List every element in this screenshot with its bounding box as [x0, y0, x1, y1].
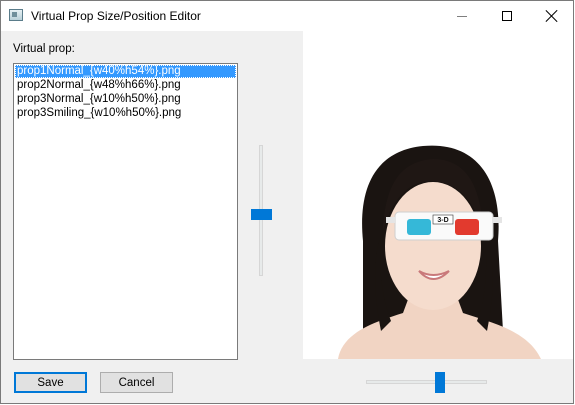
minimize-button[interactable] — [439, 1, 485, 31]
list-item[interactable]: prop3Normal_{w10%h50%}.png — [15, 93, 236, 106]
maximize-icon — [502, 11, 512, 21]
editor-window: Virtual Prop Size/Position Editor Virtua… — [0, 0, 574, 404]
save-button[interactable]: Save — [14, 372, 87, 393]
list-item[interactable]: prop1Normal_{w40%h54%}.png — [15, 65, 236, 78]
title-bar: Virtual Prop Size/Position Editor — [1, 1, 573, 31]
app-window-icon — [9, 9, 23, 21]
horizontal-size-slider-track[interactable] — [366, 380, 487, 384]
face-with-3d-glasses-image: 3-D — [338, 145, 541, 359]
glasses-3d-label: 3-D — [437, 217, 448, 224]
vertical-position-slider-thumb[interactable] — [251, 209, 272, 220]
window-title: Virtual Prop Size/Position Editor — [31, 9, 201, 23]
cancel-button[interactable]: Cancel — [100, 372, 173, 393]
virtual-prop-list[interactable]: prop1Normal_{w40%h54%}.png prop2Normal_{… — [13, 63, 238, 360]
close-icon — [546, 10, 558, 22]
list-item[interactable]: prop3Smiling_{w10%h50%}.png — [15, 107, 236, 120]
preview-image: 3-D — [303, 31, 573, 359]
virtual-prop-label: Virtual prop: — [13, 43, 75, 55]
close-button[interactable] — [529, 1, 573, 31]
minimize-icon — [457, 15, 467, 17]
list-item[interactable]: prop2Normal_{w48%h66%}.png — [15, 79, 236, 92]
horizontal-size-slider-thumb[interactable] — [435, 372, 445, 393]
maximize-button[interactable] — [484, 1, 530, 31]
